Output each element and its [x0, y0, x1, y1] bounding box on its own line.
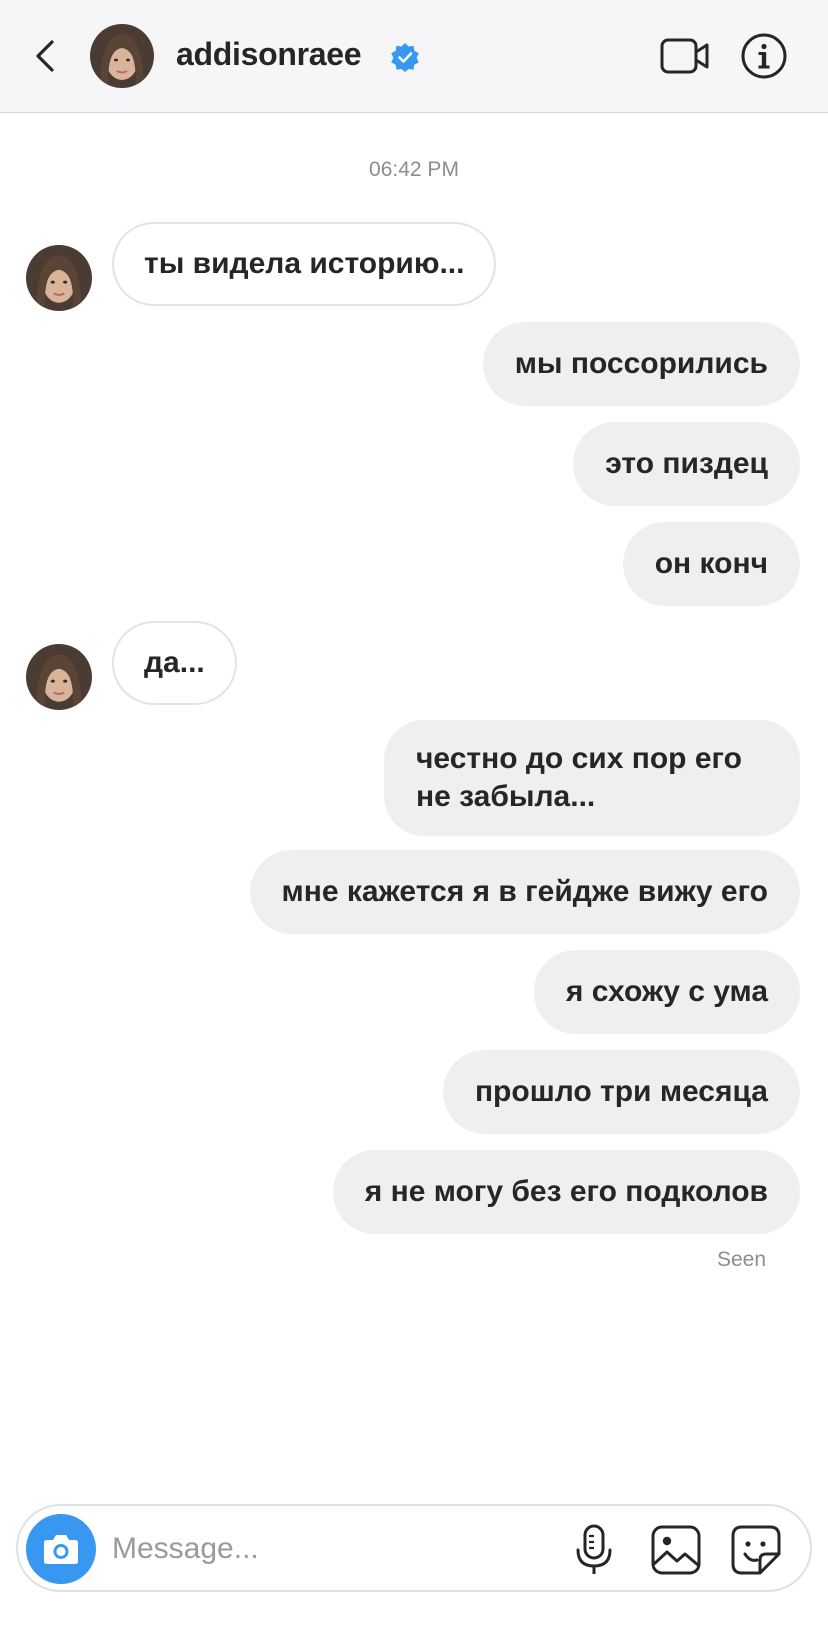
camera-icon	[44, 1535, 78, 1564]
username[interactable]: addisonraee	[176, 36, 362, 73]
gallery-icon[interactable]	[650, 1524, 702, 1576]
chat-header: addisonraee	[0, 0, 828, 113]
microphone-icon[interactable]	[574, 1524, 614, 1576]
avatar[interactable]	[90, 24, 154, 88]
video-call-icon[interactable]	[660, 36, 710, 76]
verified-badge-icon	[391, 43, 419, 72]
message-bubble-outgoing[interactable]: мне кажется я в гейдже вижу его	[249, 850, 800, 934]
sender-avatar[interactable]	[26, 245, 92, 311]
camera-button[interactable]	[26, 1514, 96, 1584]
sticker-icon[interactable]	[730, 1524, 782, 1576]
message-bubble-outgoing[interactable]: мы поссорились	[482, 322, 800, 406]
message-composer	[16, 1504, 812, 1592]
seen-status: Seen	[716, 1248, 766, 1271]
message-bubble-incoming[interactable]: ты видела историю...	[112, 222, 497, 306]
info-icon[interactable]	[740, 32, 788, 80]
message-bubble-outgoing[interactable]: я не могу без его подколов	[332, 1150, 800, 1234]
timestamp: 06:42 PM	[369, 158, 459, 181]
message-bubble-incoming[interactable]: да...	[112, 621, 237, 705]
sender-avatar[interactable]	[26, 644, 92, 710]
message-input[interactable]	[110, 1522, 534, 1576]
message-bubble-outgoing[interactable]: это пиздец	[573, 422, 800, 506]
message-bubble-outgoing[interactable]: честно до сих пор его не забыла...	[384, 720, 800, 836]
back-icon[interactable]	[30, 36, 60, 76]
message-bubble-outgoing[interactable]: прошло три месяца	[442, 1050, 800, 1134]
message-bubble-outgoing[interactable]: он конч	[622, 522, 800, 606]
message-bubble-outgoing[interactable]: я схожу с ума	[533, 950, 800, 1034]
